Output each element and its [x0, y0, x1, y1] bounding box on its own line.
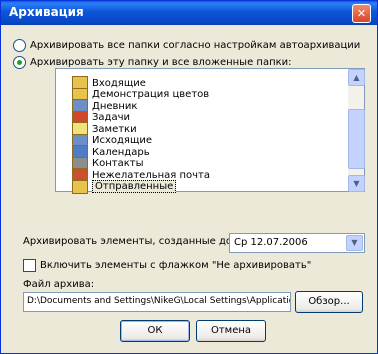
archive-file-value: D:\Documents and Settings\NikeG\Local Se… [27, 296, 291, 306]
radio-button-checked[interactable] [13, 55, 26, 69]
radio-button[interactable] [13, 38, 26, 52]
window-title: Архивация [9, 5, 84, 19]
folder-tree[interactable]: Входящие Демонстрация цветов Дневник Задачи… [55, 68, 365, 195]
sent-icon [72, 179, 88, 194]
archive-before-label: Архивировать элементы, созданные до: [23, 236, 236, 247]
include-flagged-checkbox-row[interactable]: Включить элементы с флажком "Не архивиро… [23, 259, 311, 272]
folder-item-label: Отправленные [92, 180, 177, 193]
browse-button[interactable]: Обзор... [295, 291, 363, 313]
vertical-scrollbar[interactable]: ▲ ▼ [348, 69, 365, 192]
ok-button[interactable]: ОК [120, 320, 190, 342]
cancel-button[interactable]: Отмена [196, 320, 266, 342]
archive-dialog: Архивация ✕ Архивировать все папки согла… [0, 0, 378, 354]
radio-archive-this-label: Архивировать эту папку и все вложенные п… [30, 56, 292, 68]
radio-archive-this[interactable]: Архивировать эту папку и все вложенные п… [13, 55, 292, 69]
archive-file-label: Файл архива: [23, 279, 95, 290]
folder-item[interactable]: Отправленные [72, 179, 177, 195]
title-bar: Архивация ✕ [1, 1, 377, 25]
scroll-down-icon[interactable]: ▼ [348, 175, 365, 192]
include-flagged-label: Включить элементы с флажком "Не архивиро… [40, 260, 312, 271]
radio-archive-all-label: Архивировать все папки согласно настройк… [30, 39, 361, 51]
radio-archive-all[interactable]: Архивировать все папки согласно настройк… [13, 38, 360, 52]
archive-before-date-select[interactable]: Ср 12.07.2006 ▼ [229, 233, 365, 253]
include-flagged-checkbox[interactable] [23, 259, 36, 272]
chevron-down-icon[interactable]: ▼ [346, 235, 363, 251]
close-icon[interactable]: ✕ [352, 4, 371, 23]
archive-before-date-value: Ср 12.07.2006 [234, 237, 308, 248]
scroll-thumb[interactable] [348, 109, 365, 169]
scroll-up-icon[interactable]: ▲ [348, 69, 365, 86]
archive-file-input[interactable]: D:\Documents and Settings\NikeG\Local Se… [23, 292, 291, 312]
